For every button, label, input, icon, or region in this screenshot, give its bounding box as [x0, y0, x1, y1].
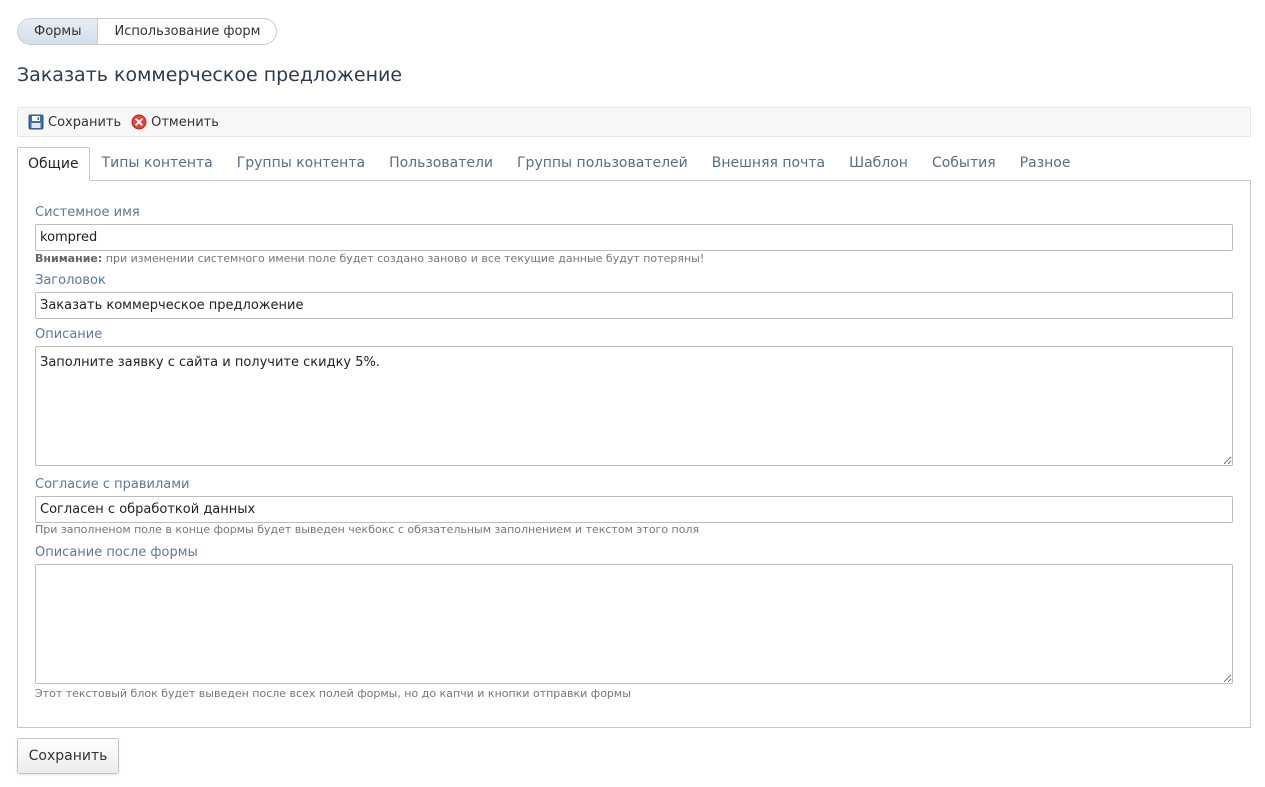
description-label: Описание — [35, 327, 103, 342]
top-nav: Формы Использование форм — [17, 18, 278, 45]
warning-text: при изменении системного имени поле буде… — [102, 252, 705, 265]
tab-user-groups[interactable]: Группы пользователей — [505, 147, 700, 181]
floppy-disk-icon — [28, 114, 44, 130]
tab-users[interactable]: Пользователи — [377, 147, 505, 181]
toolbar-cancel-label: Отменить — [151, 114, 219, 130]
tab-content-types[interactable]: Типы контента — [90, 147, 225, 181]
agreement-hint: При заполненом поле в конце формы будет … — [35, 523, 700, 536]
description-textarea[interactable]: Заполните заявку с сайта и получите скид… — [35, 346, 1233, 466]
toolbar: Сохранить Отменить — [17, 107, 1251, 137]
toolbar-save-label: Сохранить — [48, 114, 122, 130]
tab-external-mail[interactable]: Внешняя почта — [700, 147, 837, 181]
nav-forms-usage-button[interactable]: Использование форм — [98, 19, 276, 44]
page-title: Заказать коммерческое предложение — [17, 64, 403, 86]
agreement-label: Согласие с правилами — [35, 477, 190, 492]
system-name-warning: Внимание: при изменении системного имени… — [35, 252, 704, 265]
tab-events[interactable]: События — [920, 147, 1008, 181]
general-tab-panel: Системное имя Внимание: при изменении си… — [17, 180, 1251, 728]
title-input[interactable] — [35, 292, 1233, 319]
after-description-hint: Этот текстовый блок будет выведен после … — [35, 687, 631, 700]
nav-forms-button[interactable]: Формы — [18, 19, 99, 44]
title-label: Заголовок — [35, 273, 106, 288]
cancel-circle-icon — [131, 114, 147, 130]
system-name-input[interactable] — [35, 224, 1233, 251]
tab-general[interactable]: Общие — [17, 147, 90, 181]
agreement-input[interactable] — [35, 496, 1233, 523]
tab-content-groups[interactable]: Группы контента — [225, 147, 377, 181]
warning-bold-label: Внимание: — [35, 252, 103, 265]
tab-bar: Общие Типы контента Группы контента Поль… — [17, 147, 1082, 181]
after-description-textarea[interactable] — [35, 564, 1233, 684]
after-description-label: Описание после формы — [35, 545, 198, 560]
tab-template[interactable]: Шаблон — [837, 147, 920, 181]
system-name-label: Системное имя — [35, 205, 140, 220]
save-button[interactable]: Сохранить — [17, 738, 119, 774]
tab-misc[interactable]: Разное — [1008, 147, 1083, 181]
toolbar-cancel-button[interactable]: Отменить — [131, 114, 219, 130]
toolbar-save-button[interactable]: Сохранить — [28, 114, 121, 130]
